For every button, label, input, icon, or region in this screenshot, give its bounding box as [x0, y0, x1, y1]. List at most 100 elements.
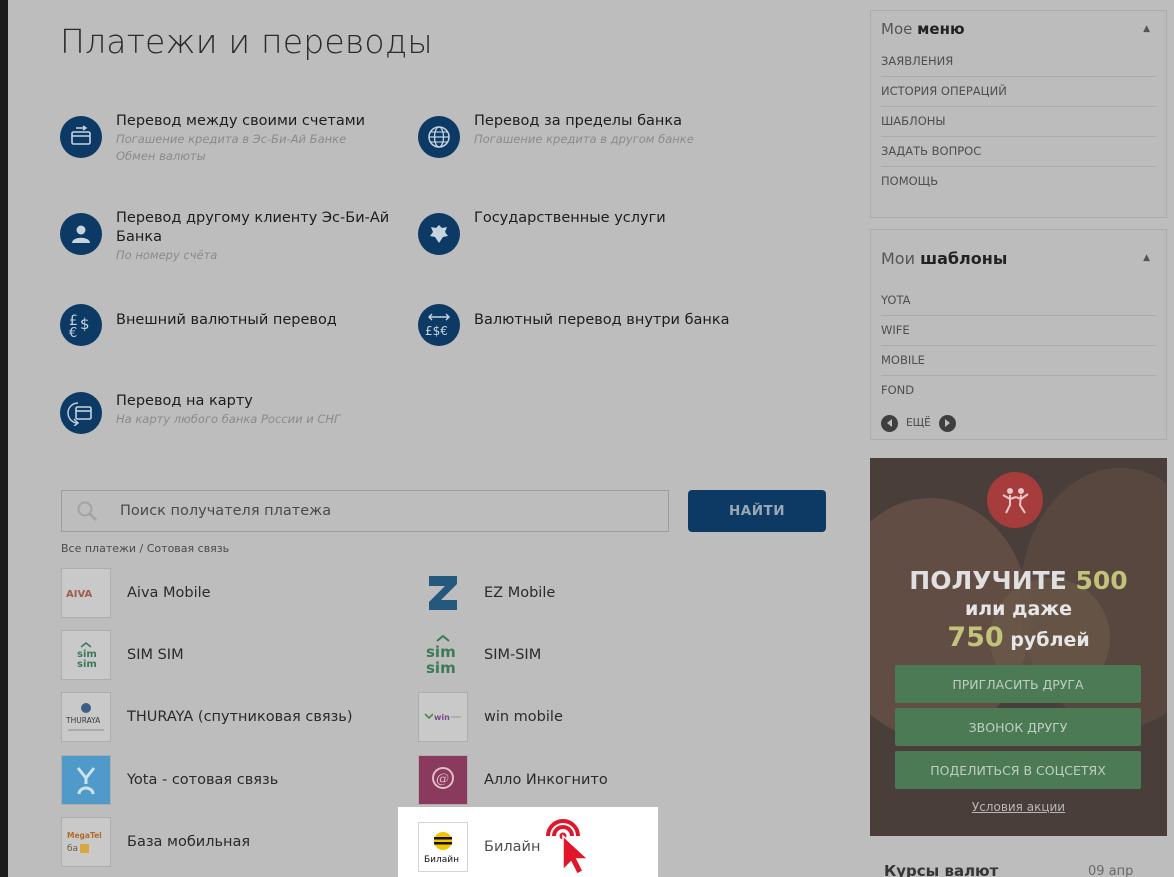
svg-text:win: win	[434, 713, 450, 722]
operator-name[interactable]: Билайн	[484, 839, 540, 855]
currency-exchange-icon: £$€	[418, 304, 460, 346]
menu-item-ask-question[interactable]: ЗАДАТЬ ВОПРОС	[881, 137, 1156, 167]
service-title[interactable]: Валютный перевод внутри банка	[474, 311, 730, 330]
operator-name[interactable]: SIM-SIM	[484, 647, 541, 663]
svg-text:sim: sim	[77, 659, 97, 670]
exchange-rates-title: Курсы валют	[884, 862, 999, 877]
search-icon	[77, 501, 97, 521]
find-button[interactable]: НАЙТИ	[688, 490, 826, 532]
operator-logo: sim sim	[61, 630, 111, 680]
operator-item[interactable]: sim sim SIM-SIM	[418, 625, 541, 685]
service-title[interactable]: Государственные услуги	[474, 209, 666, 228]
call-friend-button[interactable]: ЗВОНОК ДРУГУ	[895, 708, 1141, 746]
breadcrumb[interactable]: Все платежи / Сотовая связь	[61, 542, 229, 555]
service-title[interactable]: Перевод другому клиенту Эс-Би-Ай Банка	[116, 209, 396, 247]
template-item[interactable]: FOND	[881, 376, 1156, 405]
operator-name[interactable]: Yota - сотовая связь	[127, 772, 278, 788]
transfer-card-icon	[60, 116, 102, 158]
operator-name[interactable]: Алло Инкогнито	[484, 772, 608, 788]
template-item[interactable]: MOBILE	[881, 346, 1156, 376]
operator-item[interactable]: sim sim SIM SIM	[61, 625, 184, 685]
invite-friend-button[interactable]: ПРИГЛАСИТЬ ДРУГА	[895, 665, 1141, 703]
operator-name[interactable]: EZ Mobile	[484, 585, 555, 601]
my-menu-title-bold: меню	[917, 20, 965, 38]
prev-arrow-icon[interactable]	[881, 414, 898, 432]
svg-text:ба: ба	[67, 844, 78, 854]
promo-amount: 750 рублей	[947, 622, 1090, 653]
page-title: Платежи и переводы	[60, 22, 433, 61]
currency-icon: £ $ €	[60, 304, 102, 346]
more-label[interactable]: ЕЩЁ	[906, 417, 931, 429]
service-subtitle[interactable]: Обмен валюты	[116, 148, 365, 165]
menu-item-history[interactable]: ИСТОРИЯ ОПЕРАЦИЙ	[881, 77, 1156, 107]
service-other-client[interactable]: Перевод другому клиенту Эс-Би-Ай Банка П…	[60, 209, 400, 264]
svg-text:MegaTel: MegaTel	[67, 831, 102, 840]
service-currency-internal[interactable]: £$€ Валютный перевод внутри банка	[418, 300, 798, 346]
exchange-rates-date: 09 апр	[1088, 864, 1134, 877]
svg-text:£$€: £$€	[425, 324, 448, 338]
service-subtitle[interactable]: На карту любого банка России и СНГ	[116, 411, 340, 428]
operator-logo: THURAYA	[61, 692, 111, 742]
service-subtitle[interactable]: Погашение кредита в Эс-Би-Ай Банке	[116, 131, 365, 148]
operator-name[interactable]: SIM SIM	[127, 647, 184, 663]
template-item[interactable]: YOTA	[881, 286, 1156, 316]
card-arrow-icon	[60, 392, 102, 434]
svg-text:$: $	[80, 315, 90, 333]
share-social-button[interactable]: ПОДЕЛИТЬСЯ В СОЦСЕТЯХ	[895, 751, 1141, 789]
promo-terms-link[interactable]: Условия акции	[870, 800, 1167, 814]
operator-logo: sim sim	[418, 630, 468, 680]
svg-text:THURAYA: THURAYA	[65, 716, 101, 725]
my-templates-header[interactable]: Мои шаблоны ▲	[871, 230, 1166, 286]
promo-banner[interactable]: ПОЛУЧИТЕ 500 или даже 750 рублей ПРИГЛАС…	[870, 458, 1167, 836]
operator-name[interactable]: win mobile	[484, 709, 563, 725]
operator-name[interactable]: THURAYA (спутниковая связь)	[127, 709, 353, 725]
service-own-accounts[interactable]: Перевод между своими счетами Погашение к…	[60, 112, 400, 165]
operator-item[interactable]: MegaTel ба База мобильная	[61, 812, 250, 872]
service-foreign-currency[interactable]: £ $ € Внешний валютный перевод	[60, 300, 400, 346]
search-box[interactable]: Поиск получателя платежа	[61, 490, 669, 532]
service-subtitle[interactable]: Погашение кредита в другом банке	[474, 131, 694, 148]
operator-item[interactable]: win win mobile	[418, 687, 563, 747]
templates-pager: ЕЩЁ	[881, 409, 1156, 437]
my-menu-header[interactable]: Мое меню ▲	[871, 11, 1166, 47]
menu-item-applications[interactable]: ЗАЯВЛЕНИЯ	[881, 47, 1156, 77]
promo-subline: или даже	[964, 598, 1073, 620]
highlighted-operator[interactable]: Билайн Билайн	[398, 807, 658, 877]
operator-item[interactable]: Yota - сотовая связь	[61, 750, 278, 810]
beeline-logo: Билайн	[418, 822, 468, 872]
service-title[interactable]: Перевод на карту	[116, 392, 340, 411]
menu-item-help[interactable]: ПОМОЩЬ	[881, 167, 1156, 196]
my-menu-card: Мое меню ▲ ЗАЯВЛЕНИЯ ИСТОРИЯ ОПЕРАЦИЙ ША…	[870, 10, 1167, 218]
service-title[interactable]: Перевод между своими счетами	[116, 112, 365, 131]
operator-item[interactable]: EZ Mobile	[418, 563, 555, 623]
collapse-caret-icon[interactable]: ▲	[1143, 253, 1150, 263]
svg-text:€: €	[69, 326, 77, 340]
template-item[interactable]: WIFE	[881, 316, 1156, 346]
operator-logo	[418, 568, 468, 618]
svg-text:@: @	[436, 772, 449, 787]
my-templates-card: Мои шаблоны ▲ YOTA WIFE MOBILE FOND ЕЩЁ	[870, 229, 1167, 440]
operator-item[interactable]: THURAYA THURAYA (спутниковая связь)	[61, 687, 353, 747]
my-templates-title: Мои	[881, 248, 915, 268]
promo-people-icon	[987, 472, 1043, 528]
service-title[interactable]: Внешний валютный перевод	[116, 311, 337, 330]
service-title[interactable]: Перевод за пределы банка	[474, 112, 694, 131]
operator-logo	[61, 755, 111, 805]
svg-text:Билайн: Билайн	[424, 855, 459, 865]
service-external-transfer[interactable]: Перевод за пределы банка Погашение креди…	[418, 112, 798, 158]
service-subtitle[interactable]: По номеру счёта	[116, 247, 396, 264]
search-input[interactable]: Поиск получателя платежа	[120, 503, 331, 519]
menu-item-templates[interactable]: ШАБЛОНЫ	[881, 107, 1156, 137]
operator-name[interactable]: База мобильная	[127, 834, 250, 850]
next-arrow-icon[interactable]	[938, 414, 956, 432]
click-cursor-icon	[546, 819, 590, 876]
operator-item[interactable]: @ Алло Инкогнито	[418, 750, 608, 810]
service-government[interactable]: Государственные услуги	[418, 209, 798, 255]
my-menu-title: Мое	[881, 20, 913, 38]
user-icon	[60, 213, 102, 255]
operator-item[interactable]: AIVA Aiva Mobile	[61, 563, 211, 623]
collapse-caret-icon[interactable]: ▲	[1143, 24, 1150, 34]
service-card-transfer[interactable]: Перевод на карту На карту любого банка Р…	[60, 388, 400, 434]
operator-name[interactable]: Aiva Mobile	[127, 585, 211, 601]
operator-item[interactable]: Билайн Билайн	[418, 817, 540, 877]
